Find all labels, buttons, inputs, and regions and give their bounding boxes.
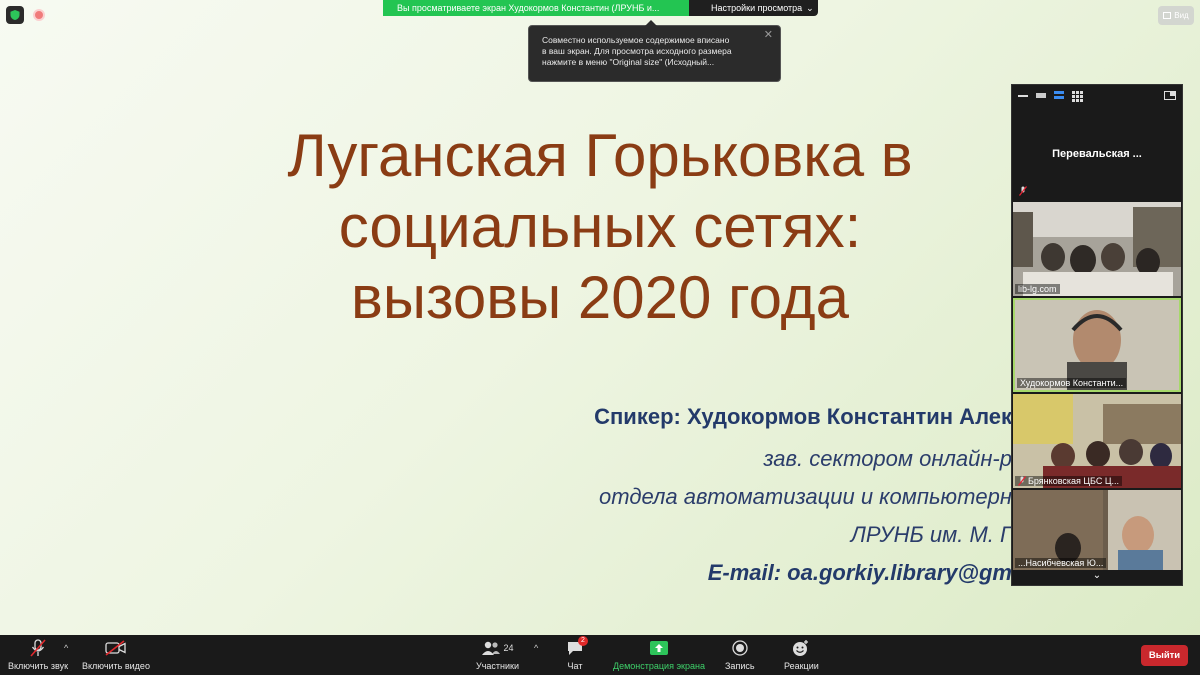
speaker-library-line: ЛРУНБ им. М. Г: [850, 522, 1012, 547]
share-screen-label: Демонстрация экрана: [613, 661, 705, 671]
chat-label: Чат: [567, 661, 583, 671]
muted-mic-icon: [1018, 476, 1026, 486]
scroll-down-chevron-icon[interactable]: ⌄: [1012, 570, 1182, 581]
share-screen-button[interactable]: Демонстрация экрана: [613, 639, 705, 671]
view-settings-label: Настройки просмотра: [711, 3, 803, 13]
start-video-label: Включить видео: [82, 661, 150, 671]
screen-share-banner: Вы просматриваете экран Худокормов Конст…: [383, 0, 818, 16]
slide-title-line: социальных сетях:: [338, 193, 862, 260]
tooltip-line: Совместно используемое содержимое вписан…: [542, 35, 730, 45]
participant-tile-active-speaker[interactable]: Худокормов Константи...: [1013, 298, 1181, 392]
speaker-department-line: отдела автоматизации и компьютерн: [599, 484, 1012, 509]
slide-title: Луганская Горьковка в социальных сетях: …: [210, 120, 990, 333]
speaker-view-icon[interactable]: [1036, 92, 1046, 98]
video-off-icon: [105, 640, 126, 656]
record-label: Запись: [725, 661, 755, 671]
close-icon[interactable]: ✕: [764, 30, 773, 41]
reactions-button[interactable]: Реакции: [784, 639, 819, 671]
unmute-button[interactable]: Включить звук: [8, 639, 68, 671]
audio-options-caret-icon[interactable]: ^: [64, 643, 68, 653]
participant-name-text: Брянковская ЦБС Ц...: [1028, 476, 1120, 486]
participant-name: lib-lg.com: [1015, 284, 1060, 294]
participants-label: Участники: [476, 661, 519, 671]
participants-icon: [482, 641, 501, 655]
speaker-role-line: зав. сектором онлайн-р: [763, 446, 1012, 471]
hide-video-panel-icon[interactable]: [1164, 90, 1176, 100]
participant-tile[interactable]: Перевальская ...: [1013, 106, 1181, 200]
view-grid-icon: [1163, 12, 1172, 19]
encryption-shield-icon[interactable]: [6, 6, 24, 24]
original-size-tooltip: Совместно используемое содержимое вписан…: [528, 20, 781, 82]
participants-count: 24: [503, 643, 514, 653]
view-button-label: Вид: [1174, 11, 1189, 20]
participants-button[interactable]: 24 Участники: [476, 639, 519, 671]
participants-options-caret-icon[interactable]: ^: [534, 643, 538, 653]
record-icon: [732, 640, 748, 656]
strip-view-icon[interactable]: [1054, 91, 1064, 99]
leave-meeting-button[interactable]: Выйти: [1141, 645, 1188, 666]
participant-video: [1015, 300, 1179, 390]
tooltip-line: в ваш экран. Для просмотра исходного раз…: [542, 46, 732, 56]
participants-video-panel: Перевальская ... lib-lg.com Худокормов К…: [1011, 84, 1183, 586]
minimize-icon[interactable]: [1018, 93, 1028, 97]
participant-video: [1013, 394, 1181, 488]
participant-tile[interactable]: lib-lg.com: [1013, 202, 1181, 296]
chat-unread-badge: 2: [578, 636, 588, 646]
participant-video: [1013, 202, 1181, 296]
tooltip-line: нажмите в меню "Original size" (Исходный…: [542, 57, 715, 67]
muted-mic-icon: [1019, 186, 1027, 196]
start-video-button[interactable]: Включить видео: [82, 639, 150, 671]
chat-button[interactable]: 2 Чат: [566, 636, 588, 671]
participant-name: Худокормов Константи...: [1017, 378, 1127, 388]
unmute-label: Включить звук: [8, 661, 69, 671]
share-status-text: Вы просматриваете экран Худокормов Конст…: [383, 0, 689, 16]
participant-name: ...Насибчевская Ю...: [1015, 558, 1107, 568]
view-button[interactable]: Вид: [1158, 6, 1194, 25]
participant-name: Брянковская ЦБС Ц...: [1015, 476, 1123, 486]
participant-name: Перевальская ...: [1052, 148, 1142, 160]
slide-title-line: вызовы 2020 года: [350, 264, 850, 331]
record-button[interactable]: Запись: [725, 639, 755, 671]
speaker-email-line: E-mail: oa.gorkiy.library@gm: [707, 560, 1012, 585]
reactions-label: Реакции: [784, 661, 819, 671]
recording-indicator-icon: [30, 6, 48, 24]
reactions-smiley-icon: [793, 640, 809, 656]
meeting-toolbar: Включить звук ^ Включить видео 24 Участн…: [0, 635, 1200, 675]
chevron-down-icon: ⌄: [806, 3, 814, 13]
slide-title-line: Луганская Горьковка в: [287, 122, 913, 189]
share-screen-icon: [649, 641, 668, 655]
participant-tile[interactable]: Брянковская ЦБС Ц...: [1013, 394, 1181, 488]
participant-tile[interactable]: ...Насибчевская Ю...: [1013, 490, 1181, 570]
muted-microphone-icon: [30, 639, 46, 657]
gallery-view-icon[interactable]: [1071, 91, 1083, 102]
view-settings-button[interactable]: Настройки просмотра ⌄: [689, 0, 818, 16]
speaker-line: Спикер: Худокормов Константин Алек: [594, 404, 1012, 429]
panel-toolbar: [1012, 85, 1182, 105]
